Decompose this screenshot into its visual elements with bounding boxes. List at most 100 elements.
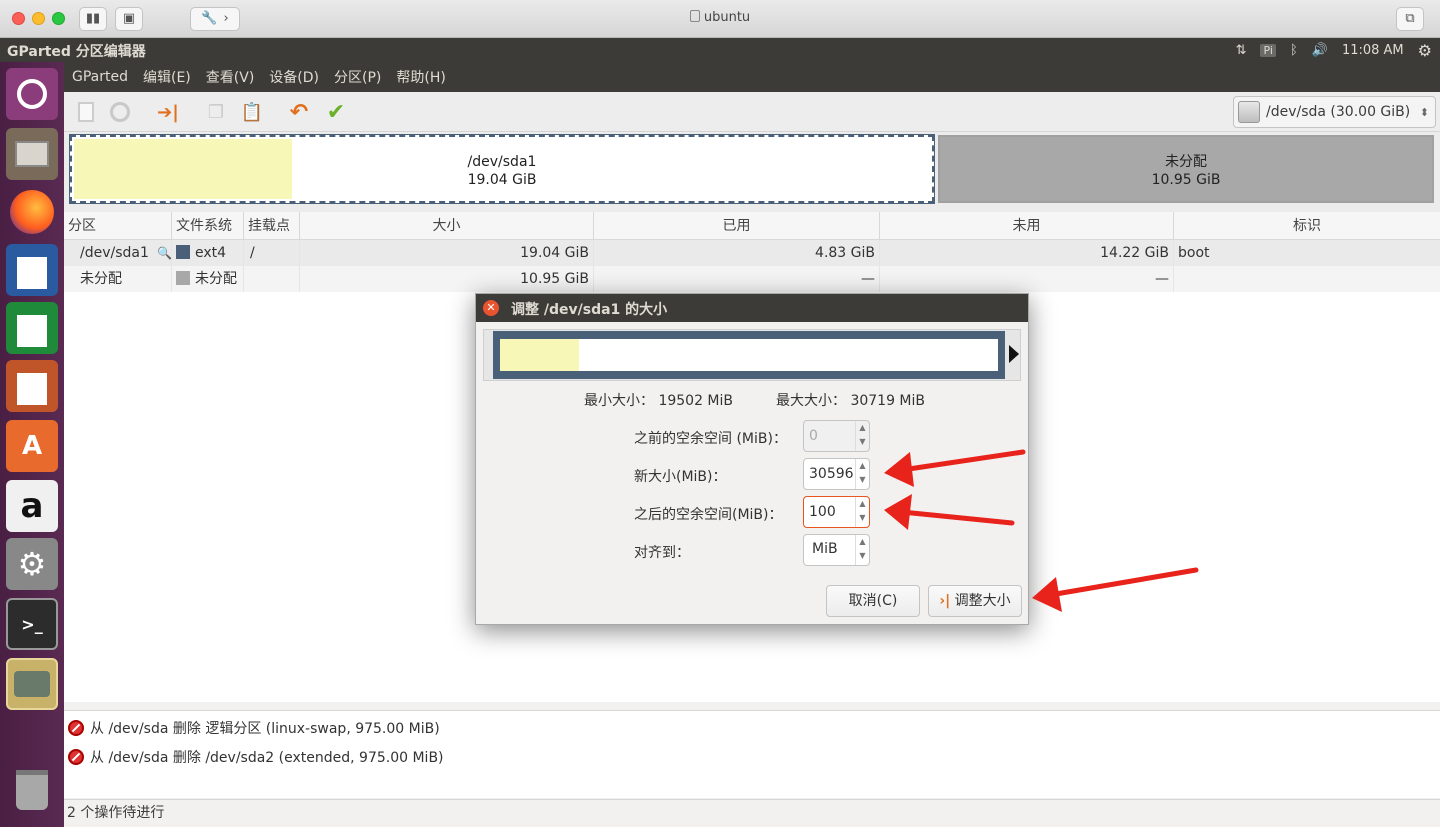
status-text: 2 个操作待进行 (67, 805, 165, 821)
unused: 14.22 GiB (880, 240, 1174, 266)
no-entry-icon (110, 102, 130, 122)
keyboard-indicator[interactable]: Pi (1260, 44, 1276, 57)
sda1-map-name: /dev/sda1 (467, 154, 537, 170)
filesystem: 未分配 (195, 271, 237, 287)
min-size-label: 最小大小： 19502 MiB (584, 393, 734, 409)
list-item[interactable]: 从 /dev/sda 删除 逻辑分区 (linux-swap, 975.00 M… (68, 717, 440, 739)
trash-icon[interactable] (6, 764, 58, 816)
vm-icon (689, 10, 700, 22)
new-size-input[interactable] (805, 460, 855, 488)
window-titlebar: ▮▮ ▣ 🔧 › ubuntu ⧉ (0, 0, 1440, 38)
menu-device[interactable]: 设备(D) (269, 67, 319, 87)
free-after-spinner[interactable]: ▲▼ (803, 496, 870, 528)
spinner-arrows-icon[interactable]: ▲ ▼ (855, 459, 869, 489)
dialog-title: 调整 /dev/sda1 的大小 (511, 302, 668, 318)
menu-edit[interactable]: 编辑(E) (143, 67, 191, 87)
window-title: ubuntu (0, 10, 1440, 25)
device-select[interactable]: /dev/sda (30.00 GiB) ⬍ (1233, 96, 1436, 128)
gparted-icon[interactable] (6, 658, 58, 710)
free-before-spinner[interactable]: ▲▼ (803, 420, 870, 452)
status-bar: 2 个操作待进行 (64, 799, 1440, 827)
software-center-icon[interactable]: A (6, 420, 58, 472)
table-row[interactable]: 未分配 未分配 10.95 GiB — — (64, 266, 1440, 292)
files-icon[interactable] (6, 128, 58, 180)
operation-text: 从 /dev/sda 删除 逻辑分区 (linux-swap, 975.00 M… (90, 721, 440, 737)
disk-map-sda1[interactable]: /dev/sda1 19.04 GiB (69, 134, 935, 204)
apply-button[interactable]: ✔ (324, 100, 348, 125)
resize-arrow-icon: ➔| (157, 101, 179, 123)
paste-button[interactable]: 📋 (240, 100, 264, 124)
close-icon: ✕ (486, 301, 496, 314)
unallocated-map-name: 未分配 (1165, 154, 1207, 170)
amazon-icon[interactable]: a (6, 480, 58, 532)
delete-partition-button[interactable] (108, 100, 132, 124)
undo-button[interactable]: ↶ (287, 99, 311, 125)
menu-partition[interactable]: 分区(P) (334, 67, 381, 87)
free-after-input[interactable] (805, 498, 855, 526)
header-filesystem[interactable]: 文件系统 (172, 212, 244, 239)
calc-icon[interactable] (6, 302, 58, 354)
firefox-icon[interactable] (6, 186, 58, 238)
header-unused[interactable]: 未用 (880, 212, 1174, 239)
header-flags[interactable]: 标识 (1174, 212, 1440, 239)
cancel-button[interactable]: 取消(C) (826, 585, 920, 617)
header-used[interactable]: 已用 (594, 212, 880, 239)
spinner-arrows-icon[interactable]: ▲ ▼ (855, 421, 869, 451)
ubuntu-top-panel: GParted 分区编辑器 ⇅ Pi ᛒ 🔊 11:08 AM ⚙ (0, 38, 1440, 62)
resize-move-button[interactable]: ➔| (156, 100, 180, 124)
bluetooth-icon[interactable]: ᛒ (1290, 43, 1298, 58)
header-mountpoint[interactable]: 挂载点 (244, 212, 300, 239)
resize-arrow-icon: ›| (939, 593, 951, 609)
ubuntu-dash-icon[interactable] (6, 68, 58, 120)
partition-name: 未分配 (64, 266, 172, 292)
unused: — (880, 266, 1174, 292)
resize-partition-frame[interactable] (493, 331, 1005, 379)
resize-dialog: ✕ 调整 /dev/sda1 的大小 最小大小： 19502 MiB 最大大小：… (475, 293, 1029, 625)
menu-help[interactable]: 帮助(H) (396, 67, 445, 87)
size: 10.95 GiB (300, 266, 594, 292)
free-before-input[interactable] (805, 422, 855, 450)
device-select-value: /dev/sda (30.00 GiB) (1266, 104, 1411, 120)
impress-icon[interactable] (6, 360, 58, 412)
toolbar: ➔| ❐ 📋 ↶ ✔ /dev/sda (30.00 GiB) ⬍ (64, 92, 1440, 132)
network-icon[interactable]: ⇅ (1236, 43, 1247, 58)
copy-button[interactable]: ❐ (204, 100, 228, 124)
resize-handle-arrow-icon[interactable] (1009, 345, 1019, 363)
volume-icon[interactable]: 🔊 (1312, 43, 1328, 58)
flags: boot (1178, 245, 1210, 261)
max-size-label: 最大大小： 30719 MiB (776, 393, 926, 409)
hard-disk-icon (1238, 101, 1260, 123)
clock[interactable]: 11:08 AM (1342, 43, 1404, 58)
chevron-updown-icon[interactable]: ▲ ▼ (855, 535, 869, 565)
header-size[interactable]: 大小 (300, 212, 594, 239)
writer-icon[interactable] (6, 244, 58, 296)
disk-map-unallocated[interactable]: 未分配 10.95 GiB (938, 135, 1434, 203)
dialog-close-button[interactable]: ✕ (483, 300, 499, 316)
chevron-updown-icon: ⬍ (1419, 105, 1429, 119)
header-partition[interactable]: 分区 (64, 212, 172, 239)
active-app-title: GParted 分区编辑器 (7, 44, 146, 60)
align-value: MiB (812, 541, 838, 557)
list-item[interactable]: 从 /dev/sda 删除 /dev/sda2 (extended, 975.0… (68, 746, 444, 768)
align-select[interactable]: MiB ▲ ▼ (803, 534, 870, 566)
partition-name: /dev/sda1 (80, 245, 149, 261)
table-row[interactable]: /dev/sda1 🔍 ext4 / 19.04 GiB 4.83 GiB 14… (64, 240, 1440, 266)
operation-text: 从 /dev/sda 删除 /dev/sda2 (extended, 975.0… (90, 750, 444, 766)
terminal-icon[interactable]: >_ (6, 598, 58, 650)
spinner-arrows-icon[interactable]: ▲ ▼ (855, 497, 869, 527)
disk-graphic: /dev/sda1 19.04 GiB 未分配 10.95 GiB (64, 132, 1440, 212)
filesystem: ext4 (195, 245, 227, 261)
new-size-spinner[interactable]: ▲▼ (803, 458, 870, 490)
flags (1174, 266, 1440, 292)
gear-icon[interactable]: ⚙ (1418, 41, 1432, 60)
system-settings-icon[interactable]: ⚙ (6, 538, 58, 590)
menu-gparted[interactable]: GParted (72, 69, 128, 85)
resize-button[interactable]: ›| 调整大小 (928, 585, 1022, 617)
menu-view[interactable]: 查看(V) (206, 67, 255, 87)
fullscreen-button[interactable]: ⧉ (1396, 7, 1424, 31)
size: 19.04 GiB (300, 240, 594, 266)
align-label: 对齐到： (634, 545, 690, 561)
resize-graphic[interactable] (483, 329, 1021, 381)
undo-icon: ↶ (289, 99, 309, 125)
new-partition-button[interactable] (74, 100, 98, 124)
